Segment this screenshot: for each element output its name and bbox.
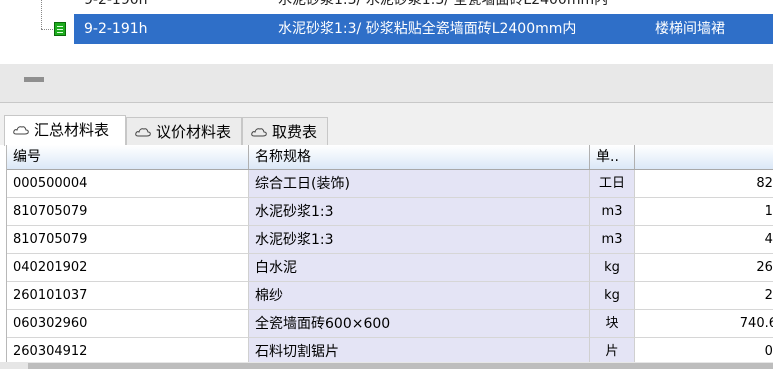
column-header-name[interactable]: 名称规格 xyxy=(249,145,590,169)
column-header-quantity[interactable] xyxy=(635,145,773,169)
cell-code[interactable]: 060302960 xyxy=(7,310,249,338)
tab-negotiated-materials[interactable]: 议价材料表 xyxy=(126,117,242,145)
table-header: 编号 名称规格 单.. xyxy=(7,145,773,170)
tab-label: 汇总材料表 xyxy=(34,121,110,139)
pane-splitter[interactable] xyxy=(0,64,773,103)
horizontal-scrollbar[interactable] xyxy=(0,362,773,369)
cloud-icon xyxy=(13,126,29,135)
cell-name[interactable]: 全瓷墙面砖600×600 xyxy=(249,310,590,338)
table-row[interactable]: 000500004 综合工日(装饰) 工日 82. xyxy=(7,170,773,198)
tree-row-code: 9-2-190h xyxy=(84,0,148,8)
cell-quantity[interactable]: 2. xyxy=(635,282,773,310)
cell-name[interactable]: 水泥砂浆1:3 xyxy=(249,226,590,254)
cell-code[interactable]: 810705079 xyxy=(7,226,249,254)
tab-label: 议价材料表 xyxy=(156,123,232,141)
cloud-icon xyxy=(135,128,151,137)
quantity-value: 1. xyxy=(764,204,773,219)
green-sheet-icon xyxy=(54,22,66,36)
cell-quantity[interactable]: 4. xyxy=(635,226,773,254)
cell-code[interactable]: 040201902 xyxy=(7,254,249,282)
cell-quantity[interactable]: 1. xyxy=(635,198,773,226)
scrollbar-thumb[interactable] xyxy=(28,363,773,369)
quantity-value: 4. xyxy=(764,232,773,247)
tree-row-previous[interactable]: 9-2-190h 水泥砂浆1:3/ 水泥砂浆1:3/ 全瓷墙面砖L2400mm内 xyxy=(74,0,773,15)
cell-quantity[interactable]: 740.6 xyxy=(635,310,773,338)
cell-unit[interactable]: 工日 xyxy=(590,170,635,198)
quantity-value: 26. xyxy=(756,260,773,275)
tab-fee-table[interactable]: 取费表 xyxy=(242,117,328,145)
table-row[interactable]: 810705079 水泥砂浆1:3 m3 4. xyxy=(7,226,773,254)
quota-tree: 9-2-190h 水泥砂浆1:3/ 水泥砂浆1:3/ 全瓷墙面砖L2400mm内… xyxy=(0,0,773,64)
cell-code[interactable]: 260101037 xyxy=(7,282,249,310)
cell-name[interactable]: 综合工日(装饰) xyxy=(249,170,590,198)
cell-name[interactable]: 水泥砂浆1:3 xyxy=(249,198,590,226)
cell-unit[interactable]: m3 xyxy=(590,226,635,254)
tab-summary-materials[interactable]: 汇总材料表 xyxy=(4,115,126,146)
tree-row-selected[interactable]: 9-2-191h 水泥砂浆1:3/ 砂浆粘贴全瓷墙面砖L2400mm内 楼梯间墙… xyxy=(74,14,773,44)
tree-row-code: 9-2-191h xyxy=(84,21,148,37)
cell-unit[interactable]: m3 xyxy=(590,198,635,226)
tree-connector-vertical xyxy=(41,0,42,29)
cell-quantity[interactable]: 82. xyxy=(635,170,773,198)
cell-unit[interactable]: kg xyxy=(590,282,635,310)
tree-row-description: 水泥砂浆1:3/ 砂浆粘贴全瓷墙面砖L2400mm内 xyxy=(278,21,577,37)
table-row[interactable]: 810705079 水泥砂浆1:3 m3 1. xyxy=(7,198,773,226)
cell-name[interactable]: 棉纱 xyxy=(249,282,590,310)
grip-icon[interactable] xyxy=(24,77,44,82)
quantity-value: 82. xyxy=(756,176,773,191)
quantity-value: 740.6 xyxy=(739,316,773,331)
cell-code[interactable]: 810705079 xyxy=(7,198,249,226)
cloud-icon xyxy=(251,128,267,137)
materials-table: 编号 名称规格 单.. 000500004 综合工日(装饰) 工日 82. 81… xyxy=(6,145,773,369)
cell-name[interactable]: 白水泥 xyxy=(249,254,590,282)
table-row[interactable]: 040201902 白水泥 kg 26. xyxy=(7,254,773,282)
tab-bar: 汇总材料表 议价材料表 取费表 xyxy=(0,103,773,146)
table-row[interactable]: 060302960 全瓷墙面砖600×600 块 740.6 xyxy=(7,310,773,338)
cell-unit[interactable]: kg xyxy=(590,254,635,282)
cell-unit[interactable]: 块 xyxy=(590,310,635,338)
quantity-value: 2. xyxy=(764,288,773,303)
quantity-value: 0. xyxy=(764,344,773,359)
tree-row-location: 楼梯间墙裙 xyxy=(655,21,725,37)
column-header-unit[interactable]: 单.. xyxy=(590,145,635,169)
table-row[interactable]: 260101037 棉纱 kg 2. xyxy=(7,282,773,310)
column-header-code[interactable]: 编号 xyxy=(7,145,249,169)
tree-connector-horizontal xyxy=(41,29,53,30)
tree-row-description: 水泥砂浆1:3/ 水泥砂浆1:3/ 全瓷墙面砖L2400mm内 xyxy=(278,0,609,8)
tab-label: 取费表 xyxy=(272,123,318,141)
cell-quantity[interactable]: 26. xyxy=(635,254,773,282)
cell-code[interactable]: 000500004 xyxy=(7,170,249,198)
